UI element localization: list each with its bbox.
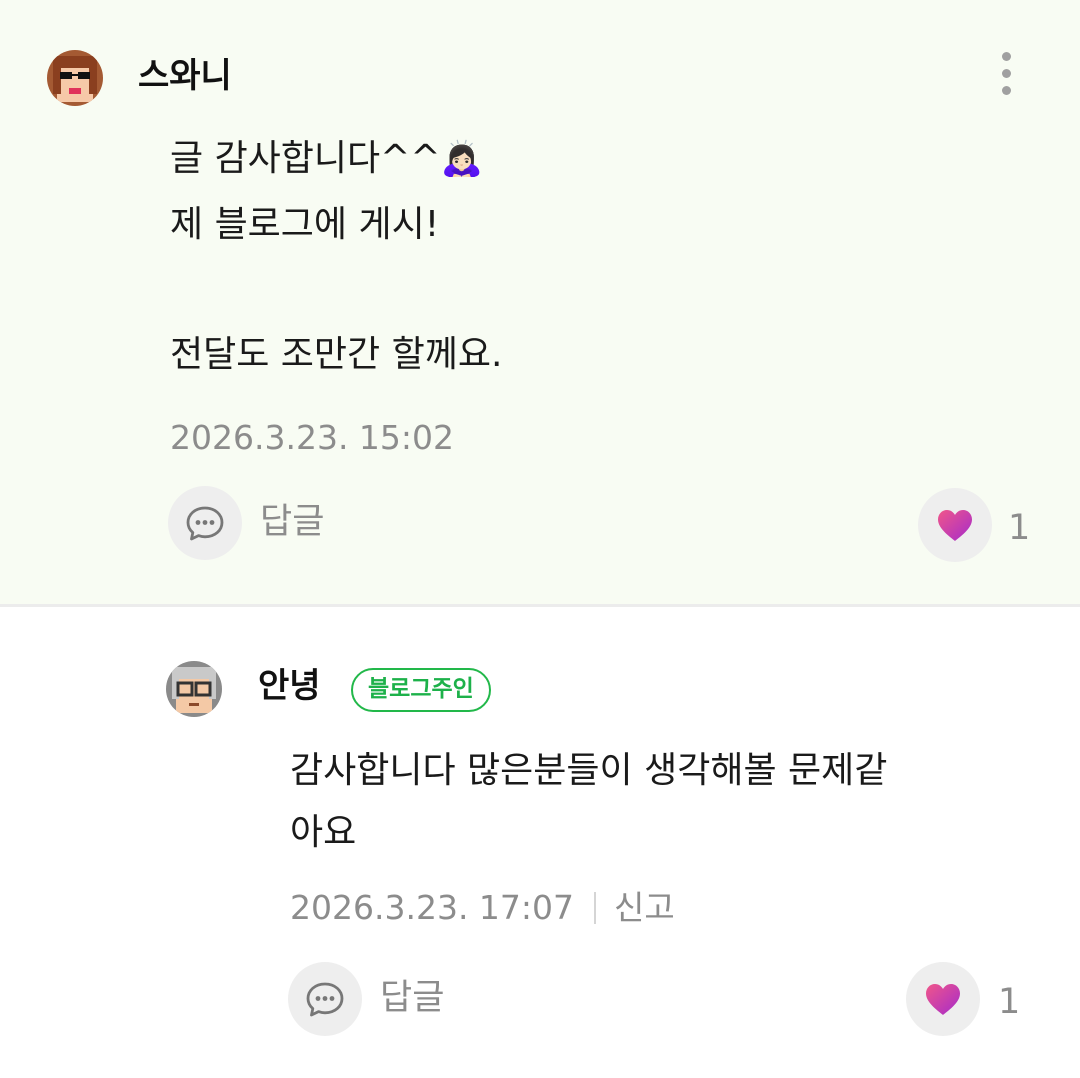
comment-timestamp: 2026.3.23. 15:02 <box>170 418 455 457</box>
author-name[interactable]: 안녕 <box>258 666 321 706</box>
comment-text: 글 감사합니다^^🙇🏻‍♀️ <box>170 128 483 190</box>
more-vertical-icon[interactable] <box>994 52 1018 102</box>
report-link[interactable]: 신고 <box>614 888 675 927</box>
reply-label[interactable]: 답글 <box>380 978 444 1018</box>
reply-button[interactable] <box>288 962 362 1036</box>
comment-divider <box>0 604 1080 607</box>
like-button[interactable] <box>906 962 980 1036</box>
heart-icon <box>938 510 972 541</box>
reply-button[interactable] <box>168 486 242 560</box>
avatar-swani[interactable] <box>47 50 103 106</box>
reply-text-line-1: 감사합니다 많은분들이 생각해볼 문제같 <box>290 750 888 791</box>
comment-line-2: 제 블로그에 게시! <box>170 204 440 245</box>
reply-timestamp: 2026.3.23. 17:07 <box>290 888 575 927</box>
blog-owner-badge: 블로그주인 <box>351 668 491 712</box>
speech-bubble-icon <box>306 982 344 1017</box>
like-count: 1 <box>1008 508 1031 548</box>
speech-bubble-icon <box>186 506 224 541</box>
reply-text-line-2: 아요 <box>290 812 357 853</box>
reply-meta: 2026.3.23. 17:07 신고 <box>290 888 675 928</box>
like-count: 1 <box>998 982 1021 1022</box>
comment-line-3: 전달도 조만간 할께요. <box>170 334 503 375</box>
like-button[interactable] <box>918 488 992 562</box>
author-name[interactable]: 스와니 <box>138 56 232 96</box>
meta-separator <box>594 892 597 924</box>
reply-label[interactable]: 답글 <box>260 502 324 542</box>
avatar-annyeong[interactable] <box>166 661 222 717</box>
heart-icon <box>926 984 960 1015</box>
comment-line-1: 글 감사합니다^^ <box>170 138 441 179</box>
emoji-bow: 🙇🏻‍♀️ <box>440 139 483 179</box>
